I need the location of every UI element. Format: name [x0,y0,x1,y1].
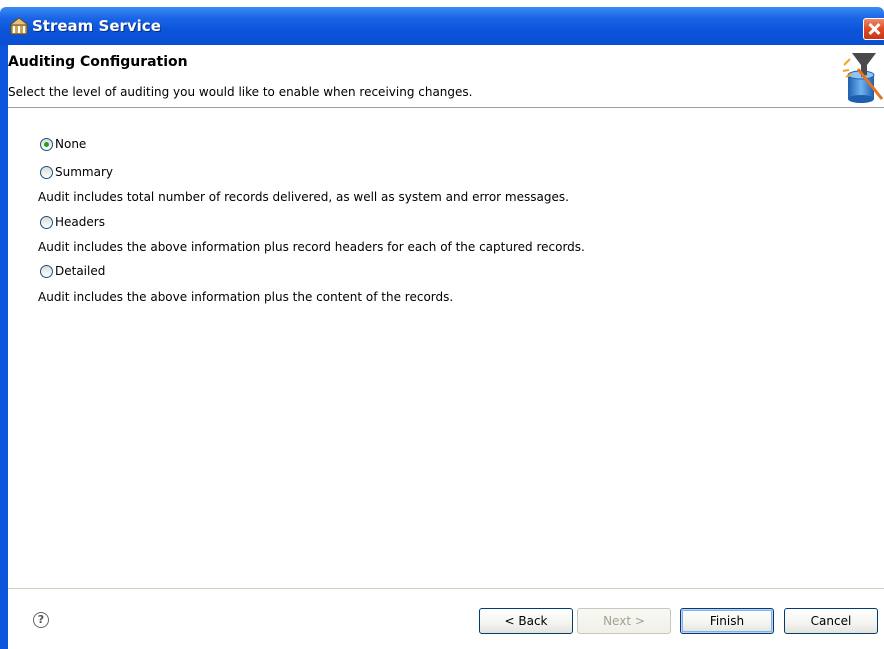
page-title: Auditing Configuration [8,54,188,70]
radio-detailed-label[interactable]: Detailed [55,264,105,278]
wizard-content: None Summary Audit includes total number… [8,108,884,588]
title-bar[interactable]: Stream Service [0,7,884,45]
help-icon[interactable]: ? [33,612,49,628]
cancel-button[interactable]: Cancel [784,608,878,634]
wizard-banner-icon [842,53,884,103]
radio-summary-label[interactable]: Summary [55,165,113,179]
summary-description: Audit includes total number of records d… [38,190,569,204]
radio-headers-label[interactable]: Headers [55,215,105,229]
window-frame-left [0,45,8,649]
radio-headers[interactable]: Headers [40,214,105,230]
back-button[interactable]: < Back [479,608,573,634]
radio-headers-indicator[interactable] [40,215,53,229]
radio-detailed[interactable]: Detailed [40,263,105,279]
radio-none[interactable]: None [40,136,86,152]
radio-detailed-indicator[interactable] [40,264,53,278]
wizard-header: Auditing Configuration Select the level … [8,45,884,108]
radio-none-indicator[interactable] [40,137,53,151]
close-icon[interactable] [863,18,884,40]
page-description: Select the level of auditing you would l… [8,85,473,99]
window-title: Stream Service [32,17,161,35]
next-button[interactable]: Next > [577,608,671,634]
detailed-description: Audit includes the above information plu… [38,290,454,304]
wizard-footer: ? < Back Next > Finish Cancel [8,588,884,649]
radio-summary[interactable]: Summary [40,164,113,180]
stream-service-icon [10,17,28,35]
headers-description: Audit includes the above information plu… [38,240,585,254]
radio-none-label[interactable]: None [55,137,86,151]
stream-service-window: Stream Service Auditing Configuration Se… [0,0,884,649]
radio-summary-indicator[interactable] [40,165,53,179]
finish-button[interactable]: Finish [680,608,774,634]
